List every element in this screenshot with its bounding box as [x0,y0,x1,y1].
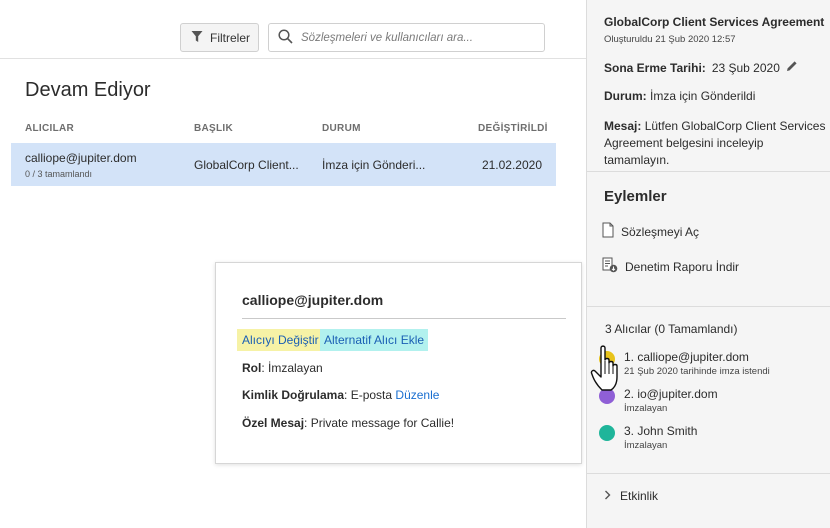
expiration-label: Sona Erme Tarihi: [604,60,706,75]
popup-divider [242,318,566,319]
table-row[interactable]: calliope@jupiter.dom 0 / 3 tamamlandı Gl… [11,143,556,186]
search-box[interactable] [268,23,545,52]
filter-icon [191,30,203,46]
chevron-right-icon [604,489,611,503]
pencil-icon[interactable] [786,60,798,75]
divider [587,306,830,307]
expiration-value: 23 Şub 2020 [711,60,780,75]
download-audit-report-action[interactable]: Denetim Raporu İndir [602,257,739,276]
message-value: : Private message for Callie! [304,416,455,430]
audit-report-icon [602,257,618,276]
recipient-name: 2. io@jupiter.dom [624,387,718,401]
recipient-popup: calliope@jupiter.dom Alıcıyı Değiştir Al… [215,262,582,464]
recipient-avatar [599,425,615,441]
divider [587,473,830,474]
popup-role: Rol: İmzalayan [242,361,323,375]
column-header-recipients[interactable]: ALICILAR [25,123,74,134]
column-header-status[interactable]: DURUM [322,123,361,134]
activity-toggle[interactable]: Etkinlik [604,489,658,503]
auth-label: Kimlik Doğrulama [242,388,345,402]
popup-authentication: Kimlik Doğrulama: E-posta Düzenle [242,388,439,402]
download-audit-report-label: Denetim Raporu İndir [625,259,740,274]
row-recipient: calliope@jupiter.dom [25,151,137,165]
actions-title: Eylemler [604,188,667,205]
column-header-title[interactable]: BAŞLIK [194,123,233,134]
status-label: Durum: [604,89,647,103]
message-label: Mesaj: [604,119,642,133]
main-area: Filtreler Devam Ediyor ALICILAR BAŞLIK D… [0,0,586,528]
document-icon [602,222,614,241]
recipients-header: 3 Alıcılar (0 Tamamlandı) [605,322,738,336]
row-progress: 0 / 3 tamamlandı [25,169,93,179]
recipient-name: 3. John Smith [624,424,698,438]
recipient-detail: İmzalayan [624,440,668,451]
recipient-detail: 21 Şub 2020 tarihinde imza istendi [624,366,770,377]
message-label: Özel Mesaj [242,416,305,430]
toolbar: Filtreler [0,0,586,59]
row-status: İmza için Gönderi... [322,158,426,172]
auth-value: : E-posta [344,388,393,402]
search-icon [278,28,293,47]
recipient-avatar [599,388,615,404]
divider [587,171,830,172]
popup-email: calliope@jupiter.dom [242,292,384,308]
recipient-name: 1. calliope@jupiter.dom [624,350,749,364]
filters-label: Filtreler [210,30,251,45]
status-value: İmza için Gönderildi [650,89,756,103]
agreement-title: GlobalCorp Client Services Agreement [604,15,825,29]
activity-label: Etkinlik [620,489,659,503]
add-alternate-recipient-button[interactable]: Alternatif Alıcı Ekle [320,329,429,351]
open-agreement-action[interactable]: Sözleşmeyi Aç [602,222,699,241]
role-value: : İmzalayan [261,361,323,375]
row-title: GlobalCorp Client... [194,158,299,172]
row-modified: 21.02.2020 [481,158,542,172]
details-panel: GlobalCorp Client Services Agreement Olu… [586,0,830,528]
popup-private-message: Özel Mesaj: Private message for Callie! [242,416,454,430]
filters-button[interactable]: Filtreler [180,23,259,52]
open-agreement-label: Sözleşmeyi Aç [621,224,700,239]
change-recipient-button[interactable]: Alıcıyı Değiştir [237,329,324,351]
role-label: Rol [242,361,262,375]
column-header-modified[interactable]: DEĞİŞTİRİLDİ [478,123,548,134]
created-date: Oluşturuldu 21 Şub 2020 12:57 [604,34,736,45]
status-row: Durum: İmza için Gönderildi [604,89,755,103]
search-input[interactable] [301,31,531,44]
recipient-detail: İmzalayan [624,403,668,414]
expiration-row: Sona Erme Tarihi: 23 Şub 2020 [604,60,798,75]
section-title: Devam Ediyor [25,79,151,101]
edit-authentication-link[interactable]: Düzenle [395,388,439,402]
message-row: Mesaj: Lütfen GlobalCorp Client Services… [604,118,826,169]
recipient-avatar [599,351,615,367]
